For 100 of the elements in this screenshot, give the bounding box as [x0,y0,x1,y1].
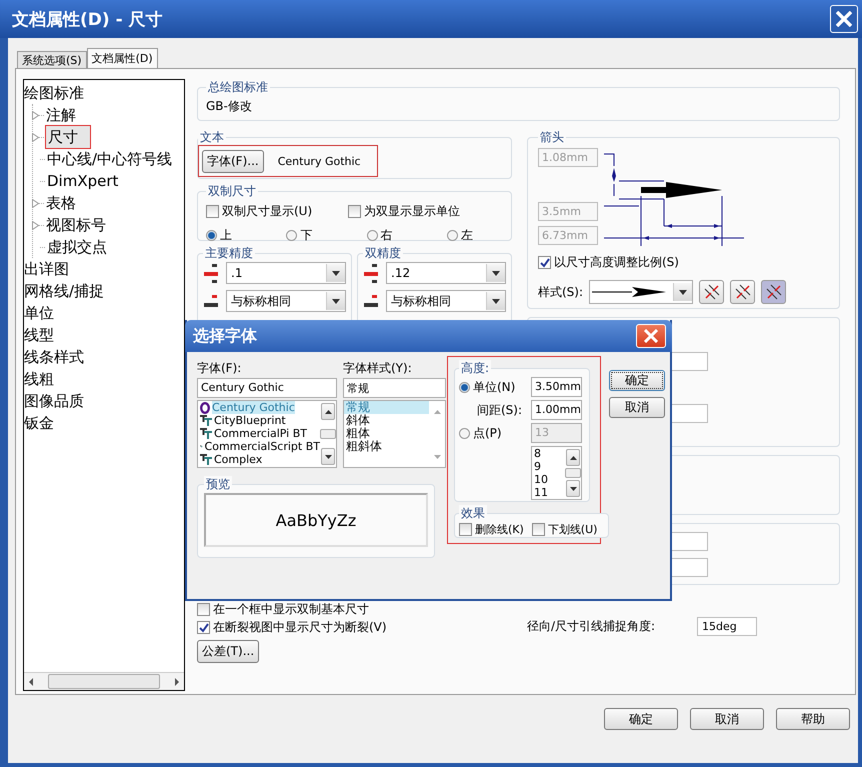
close-button[interactable] [830,5,858,33]
tree-item[interactable]: 虚拟交点 [47,236,107,258]
tolerance-dropdown[interactable]: 与标称相同 [226,290,346,312]
vertical-scrollbar[interactable] [320,401,336,467]
arrow-style-dropdown[interactable] [589,280,694,304]
expand-icon[interactable] [32,198,39,208]
tree-item[interactable]: 钣金 [24,412,54,434]
font-list-item[interactable]: CommercialPi BT [214,427,308,440]
dialog-button[interactable]: 确定 [604,708,678,730]
font-style-item[interactable]: 斜体 [344,414,429,427]
tab[interactable]: 系统选项(S) [17,51,87,68]
dialog-button[interactable]: 取消 [609,397,665,418]
preview-text: AaBbYyZz [276,510,356,530]
spacing-field[interactable]: 1.00mm [531,400,582,420]
tree-item[interactable]: 中心线/中心符号线 [47,148,172,170]
radio-button[interactable]: 单位(N) [459,378,527,396]
expand-icon[interactable] [32,220,39,230]
checkbox[interactable]: 双制尺寸显示(U) [206,203,312,220]
standard-value: GB-修改 [206,99,252,113]
font-style-item[interactable]: 粗斜体 [344,440,429,453]
tree-item[interactable]: DimXpert [47,170,118,192]
group-title: 箭头 [538,129,566,146]
font-style-field[interactable]: 常规 [343,378,446,398]
truetype-icon [200,454,212,465]
tree-item[interactable]: 注解 [46,104,76,126]
close-icon [836,11,852,27]
scroll-up-icon[interactable] [570,456,576,460]
radio-button[interactable]: 左 [446,227,473,244]
tree-item[interactable]: 表格 [46,192,76,214]
font-list-item[interactable]: CityBlueprint [214,414,286,427]
size-list-item[interactable]: 8 [534,447,565,460]
tab[interactable]: 文档属性(D) [86,48,158,68]
radio-button[interactable]: 右 [366,227,393,244]
precision-dropdown[interactable]: .12 [386,262,506,284]
diagonal-arrows-icon [734,284,751,300]
precision-icon [204,264,218,282]
font-style-item[interactable]: 常规 [344,401,429,414]
scroll-thumb[interactable] [565,468,581,478]
horizontal-scrollbar[interactable] [24,672,184,690]
opentype-icon [200,402,210,414]
tree-item[interactable]: 绘图标准 [24,82,84,104]
dialog-button[interactable]: 确定 [609,370,665,391]
precision-dropdown[interactable]: .1 [226,262,346,284]
checkbox[interactable]: 在断裂视图中显示尺寸为断裂(V) [197,620,387,635]
tree-item[interactable]: 网格线/捕捉 [24,280,104,302]
scroll-down-icon[interactable] [324,454,332,458]
tolerance-button[interactable]: 公差(T)... [197,640,260,663]
tree-item[interactable]: 图像品质 [24,390,84,412]
scroll-thumb[interactable] [48,674,160,689]
scroll-down-icon[interactable] [570,486,576,490]
font-list-item[interactable]: Complex [214,453,262,466]
font-list-item[interactable]: Century Gothic [212,401,295,414]
precision-icon [364,264,378,282]
snap-angle-field[interactable]: 15deg [697,616,757,636]
group-title: 主要精度 [203,245,255,262]
arrow-placement-button[interactable] [699,280,724,304]
radio-button[interactable]: 上 [206,227,232,244]
caret-icon [492,270,500,276]
scroll-right-icon[interactable] [175,678,179,686]
checkbox[interactable]: 下划线(U) [532,522,598,537]
close-button[interactable] [636,324,666,348]
checkbox[interactable]: 删除线(K) [459,522,524,537]
checkbox[interactable]: 在一个框中显示双制基本尺寸 [197,602,369,617]
caret-icon [679,290,688,294]
style-label: 样式(S): [538,284,584,300]
check-icon [540,258,550,268]
size-list-item[interactable]: 10 [534,473,565,486]
tree-item[interactable]: 尺寸 [46,126,90,148]
dialog-button[interactable]: 取消 [690,708,764,730]
tolerance-dropdown[interactable]: 与标称相同 [386,290,506,312]
vertical-scrollbar[interactable] [565,447,581,499]
arrow-placement-button[interactable] [761,280,786,304]
size-list-item[interactable]: 9 [534,460,565,473]
radio-button[interactable]: 下 [286,227,312,244]
checkbox[interactable]: 以尺寸高度调整比例(S) [538,254,679,271]
tree-item[interactable]: 线条样式 [24,346,84,368]
tree-item[interactable]: 出详图 [24,258,69,280]
scroll-thumb[interactable] [320,429,336,439]
group-title: 双精度 [363,245,403,262]
tree-item[interactable]: 视图标号 [46,214,106,236]
tree-item[interactable]: 线型 [24,324,54,346]
precision-icon [204,295,218,307]
font-style-item[interactable]: 粗体 [344,427,429,440]
size-list-item[interactable]: 11 [534,486,565,499]
dialog-button[interactable]: 帮助 [776,708,850,730]
diagonal-arrows-icon [704,284,720,300]
height-field[interactable]: 3.50mm [531,377,582,397]
expand-icon[interactable] [32,110,39,120]
font-field[interactable]: Century Gothic [197,378,337,398]
diagonal-arrows-icon [766,284,782,300]
tree-item[interactable]: 单位 [24,302,54,324]
font-name: Century Gothic [278,154,361,168]
font-button[interactable]: 字体(F)... [202,150,264,172]
font-list-item[interactable]: CommercialScript BT [204,440,320,453]
scroll-up-icon[interactable] [324,410,332,414]
tree-item[interactable]: 线粗 [24,368,54,390]
checkbox[interactable]: 为双显示显示单位 [348,203,460,220]
scroll-left-icon[interactable] [29,678,33,686]
expand-icon[interactable] [32,132,39,142]
arrow-placement-button[interactable] [730,280,756,304]
